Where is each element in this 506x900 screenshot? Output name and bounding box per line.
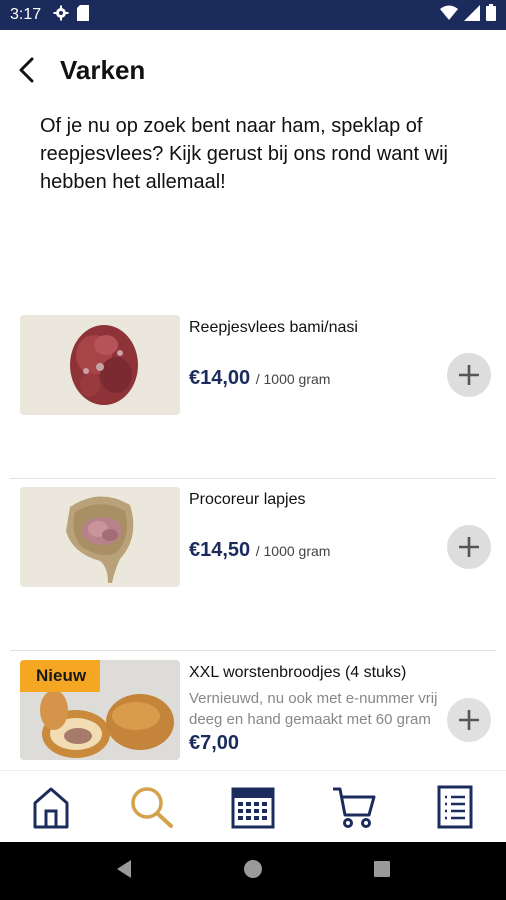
- divider: [10, 478, 496, 479]
- add-to-cart-button[interactable]: [447, 698, 491, 742]
- home-icon: [33, 787, 69, 828]
- product-image: Nieuw: [20, 660, 180, 760]
- nav-home[interactable]: [21, 777, 81, 837]
- bottom-navigation: [0, 770, 506, 842]
- nav-list[interactable]: [425, 777, 485, 837]
- cart-icon: [333, 787, 376, 828]
- divider: [10, 650, 496, 651]
- status-time: 3:17: [10, 6, 42, 23]
- back-arrow-icon: [19, 57, 34, 83]
- plus-icon: [459, 537, 479, 557]
- price-value: €14,00: [189, 367, 251, 389]
- product-description: Vernieuwd, nu ook met e-nummer vrij deeg…: [189, 690, 438, 728]
- product-card[interactable]: Reepjesvlees bami/nasi €14,00 / 1000 gra…: [20, 315, 496, 415]
- settings-icon: [53, 5, 69, 26]
- battery-icon: [486, 4, 496, 26]
- product-name: XXL worstenbroodjes (4 stuks): [189, 664, 407, 681]
- list-icon: [437, 785, 473, 828]
- calendar-icon: [231, 787, 275, 828]
- product-price: €7,00: [189, 732, 239, 755]
- product-image: [20, 487, 180, 587]
- price-unit: / 1000 gram: [255, 543, 331, 559]
- system-back-button[interactable]: [115, 859, 133, 884]
- product-image: [20, 315, 180, 415]
- wifi-icon: [440, 5, 458, 26]
- page-title: Varken: [60, 54, 146, 85]
- product-price: €14,50 / 1000 gram: [189, 539, 330, 562]
- system-recents-button[interactable]: [373, 860, 391, 883]
- new-badge: Nieuw: [20, 660, 101, 692]
- system-home-button[interactable]: [243, 859, 263, 884]
- nav-search[interactable]: [122, 777, 182, 837]
- price-value: €7,00: [189, 732, 240, 754]
- product-card[interactable]: Nieuw XXL worstenbroodjes (4 stuks) Vern…: [20, 660, 496, 760]
- search-icon: [131, 786, 173, 828]
- product-name: Procoreur lapjes: [189, 491, 306, 508]
- square-recents-icon: [374, 860, 390, 877]
- nav-cart[interactable]: [324, 777, 384, 837]
- status-bar: 3:17: [0, 0, 506, 30]
- back-button[interactable]: [2, 45, 52, 95]
- price-value: €14,50: [189, 539, 251, 561]
- product-price: €14,00 / 1000 gram: [189, 367, 330, 390]
- plus-icon: [459, 710, 479, 730]
- product-name: Reepjesvlees bami/nasi: [189, 319, 358, 336]
- add-to-cart-button[interactable]: [447, 525, 491, 569]
- circle-home-icon: [244, 859, 262, 878]
- price-unit: / 1000 gram: [255, 371, 331, 387]
- add-to-cart-button[interactable]: [447, 353, 491, 397]
- system-navigation-bar: [0, 842, 506, 900]
- product-card[interactable]: Procoreur lapjes €14,50 / 1000 gram: [20, 487, 496, 587]
- plus-icon: [459, 365, 479, 385]
- category-intro: Of je nu op zoek bent naar ham, speklap …: [40, 115, 448, 193]
- sd-card-icon: [77, 4, 90, 26]
- nav-calendar[interactable]: [223, 777, 283, 837]
- header: Varken: [0, 30, 506, 110]
- signal-icon: [464, 4, 480, 26]
- triangle-back-icon: [117, 859, 131, 878]
